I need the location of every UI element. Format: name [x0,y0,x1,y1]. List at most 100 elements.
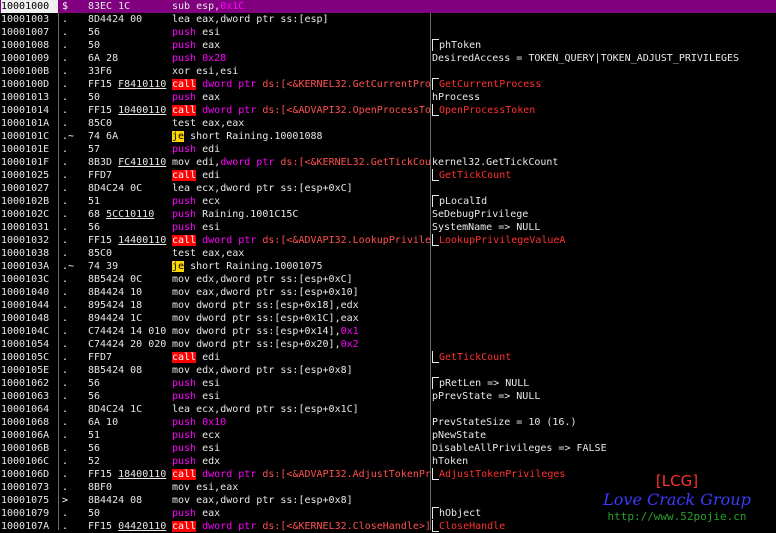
disasm-row[interactable]: 1000101A. 85C0 test eax,eax [0,117,776,130]
instruction-cell[interactable]: push ecx [172,429,430,442]
hex-bytes-cell[interactable]: 74 39 [88,260,170,273]
address-cell[interactable]: 1000102B [1,195,58,208]
instruction-cell[interactable]: call edi [172,169,430,182]
instruction-cell[interactable]: push Raining.1001C15C [172,208,430,221]
disasm-row[interactable]: 10001044. 895424 18 mov dword ptr ss:[esp+… [0,299,776,312]
hex-bytes-cell[interactable]: 83EC 1C [88,0,170,13]
disasm-row[interactable]: 1000101E. 57 push edi [0,143,776,156]
address-cell[interactable]: 10001040 [1,286,58,299]
disasm-row[interactable]: 10001007. 56 push esi [0,26,776,39]
comment-cell[interactable]: DesiredAccess = TOKEN_QUERY|TOKEN_ADJUST… [432,52,776,65]
address-cell[interactable]: 1000101A [1,117,58,130]
address-cell[interactable]: 1000106A [1,429,58,442]
address-cell[interactable]: 10001025 [1,169,58,182]
hex-bytes-cell[interactable]: 8B4424 10 [88,286,170,299]
hex-bytes-cell[interactable]: 50 [88,507,170,520]
instruction-cell[interactable]: push 0x28 [172,52,430,65]
comment-cell[interactable]: kernel32.GetTickCount [432,156,776,169]
instruction-cell[interactable]: push eax [172,39,430,52]
instruction-cell[interactable]: call dword ptr ds:[<&KERNEL32.GetCurrent… [172,78,430,91]
hex-bytes-cell[interactable]: 33F6 [88,65,170,78]
hex-bytes-cell[interactable]: 8B4424 08 [88,494,170,507]
comment-cell[interactable]: pRetLen => NULL [432,377,776,390]
instruction-cell[interactable]: push eax [172,91,430,104]
instruction-cell[interactable]: push esi [172,377,430,390]
disasm-row[interactable]: 1000103C. 8B5424 0C mov edx,dword ptr ss:[… [0,273,776,286]
address-cell[interactable]: 10001027 [1,182,58,195]
instruction-cell[interactable]: mov dword ptr ss:[esp+0x18],edx [172,299,430,312]
hex-bytes-cell[interactable]: FF15 F8410110 [88,78,170,91]
disasm-row[interactable]: 10001054. C74424 20 020 mov dword ptr ss:[… [0,338,776,351]
address-cell[interactable]: 10001073 [1,481,58,494]
disasm-row[interactable]: 1000101F. 8B3D FC410110 mov edi,dword ptr … [0,156,776,169]
disasm-row[interactable]: 1000101C .~ 74 6A je short Raining.10001088 [0,130,776,143]
hex-bytes-cell[interactable]: 85C0 [88,117,170,130]
address-cell[interactable]: 1000100D [1,78,58,91]
disasm-row[interactable]: 1000104C. C74424 14 010 mov dword ptr ss:[… [0,325,776,338]
hex-bytes-cell[interactable]: 56 [88,377,170,390]
disasm-row[interactable]: 10001014. FF15 10400110 call dword ptr ds:… [0,104,776,117]
address-cell[interactable]: 10001068 [1,416,58,429]
address-cell[interactable]: 1000104C [1,325,58,338]
disasm-row[interactable]: 10001062. 56 push esi pRetLen => NULL [0,377,776,390]
comment-cell[interactable]: SystemName => NULL [432,221,776,234]
hex-bytes-cell[interactable]: 56 [88,26,170,39]
hex-bytes-cell[interactable]: 74 6A [88,130,170,143]
instruction-cell[interactable]: push esi [172,390,430,403]
disasm-row[interactable]: 1000100B. 33F6 xor esi,esi [0,65,776,78]
comment-cell[interactable]: pLocalId [432,195,776,208]
instruction-cell[interactable]: je short Raining.10001075 [172,260,430,273]
address-cell[interactable]: 1000106D [1,468,58,481]
hex-bytes-cell[interactable]: 56 [88,442,170,455]
disasm-row[interactable]: 10001048. 894424 1C mov dword ptr ss:[esp+… [0,312,776,325]
hex-bytes-cell[interactable]: FF15 04420110 [88,520,170,533]
address-cell[interactable]: 10001032 [1,234,58,247]
instruction-cell[interactable]: test eax,eax [172,117,430,130]
instruction-cell[interactable]: mov dword ptr ss:[esp+0x20],0x2 [172,338,430,351]
instruction-cell[interactable]: push edx [172,455,430,468]
disasm-row[interactable]: 10001032. FF15 14400110 call dword ptr ds:… [0,234,776,247]
instruction-cell[interactable]: call dword ptr ds:[<&KERNEL32.CloseHandl… [172,520,430,533]
instruction-cell[interactable]: mov eax,dword ptr ss:[esp+0x8] [172,494,430,507]
instruction-cell[interactable]: call dword ptr ds:[<&ADVAPI32.OpenProces… [172,104,430,117]
disasm-row[interactable]: 10001064. 8D4C24 1C lea ecx,dword ptr ss:[… [0,403,776,416]
instruction-cell[interactable]: push edi [172,143,430,156]
address-cell[interactable]: 10001044 [1,299,58,312]
disasm-row[interactable]: 1000106A. 51 push ecx pNewState [0,429,776,442]
hex-bytes-cell[interactable]: 51 [88,195,170,208]
hex-bytes-cell[interactable]: 8D4424 00 [88,13,170,26]
address-cell[interactable]: 10001064 [1,403,58,416]
comment-cell[interactable]: GetTickCount [432,351,776,364]
comment-cell[interactable]: phToken [432,39,776,52]
instruction-cell[interactable]: push esi [172,221,430,234]
hex-bytes-cell[interactable]: FF15 18400110 [88,468,170,481]
hex-bytes-cell[interactable]: 8D4C24 0C [88,182,170,195]
comment-cell[interactable]: pPrevState => NULL [432,390,776,403]
instruction-cell[interactable]: mov edx,dword ptr ss:[esp+0xC] [172,273,430,286]
hex-bytes-cell[interactable]: 51 [88,429,170,442]
instruction-cell[interactable]: test eax,eax [172,247,430,260]
hex-bytes-cell[interactable]: 8B3D FC410110 [88,156,170,169]
disasm-row[interactable]: 1000106C. 52 push edx hToken [0,455,776,468]
address-cell[interactable]: 1000101C [1,130,58,143]
hex-bytes-cell[interactable]: FF15 14400110 [88,234,170,247]
hex-bytes-cell[interactable]: FFD7 [88,169,170,182]
instruction-cell[interactable]: push 0x10 [172,416,430,429]
address-cell[interactable]: 10001062 [1,377,58,390]
instruction-cell[interactable]: mov dword ptr ss:[esp+0x14],0x1 [172,325,430,338]
disasm-row[interactable]: 10001008. 50 push eax phToken [0,39,776,52]
disasm-row[interactable]: 10001031. 56 push esi SystemName => NULL [0,221,776,234]
comment-cell[interactable]: hProcess [432,91,776,104]
instruction-cell[interactable]: mov esi,eax [172,481,430,494]
address-cell[interactable]: 1000106B [1,442,58,455]
address-cell[interactable]: 1000103C [1,273,58,286]
instruction-cell[interactable]: lea ecx,dword ptr ss:[esp+0xC] [172,182,430,195]
hex-bytes-cell[interactable]: 56 [88,390,170,403]
hex-bytes-cell[interactable]: 68 5CC10110 [88,208,170,221]
comment-cell[interactable]: GetTickCount [432,169,776,182]
instruction-cell[interactable]: lea ecx,dword ptr ss:[esp+0x1C] [172,403,430,416]
comment-cell[interactable]: DisableAllPrivileges => FALSE [432,442,776,455]
address-cell[interactable]: 1000105E [1,364,58,377]
address-cell[interactable]: 10001000 [1,0,58,13]
disasm-row[interactable]: 10001038. 85C0 test eax,eax [0,247,776,260]
